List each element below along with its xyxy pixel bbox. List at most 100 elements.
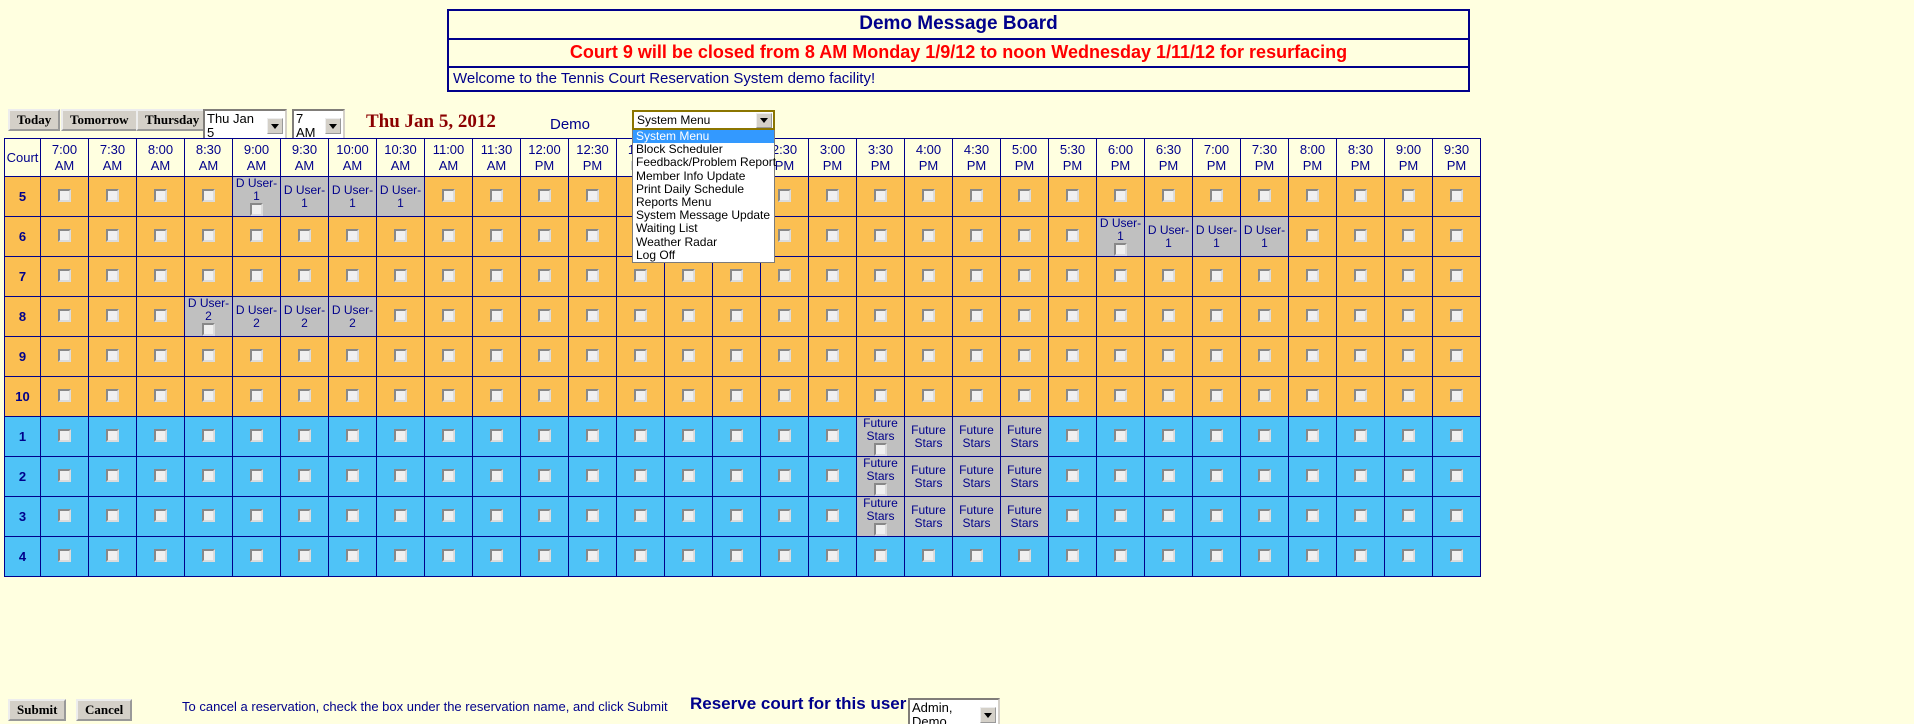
slot-checkbox[interactable] xyxy=(1066,348,1079,362)
slot-checkbox[interactable] xyxy=(1114,388,1127,402)
slot-checkbox[interactable] xyxy=(490,188,503,202)
slot-checkbox[interactable] xyxy=(1306,228,1319,242)
open-slot-cell[interactable] xyxy=(1288,536,1337,577)
open-slot-cell[interactable] xyxy=(664,376,713,417)
slot-checkbox[interactable] xyxy=(1450,308,1463,322)
slot-checkbox[interactable] xyxy=(1114,188,1127,202)
slot-checkbox[interactable] xyxy=(442,308,455,322)
open-slot-cell[interactable] xyxy=(808,496,857,537)
slot-checkbox[interactable] xyxy=(1210,548,1223,562)
open-slot-cell[interactable] xyxy=(40,296,89,337)
slot-checkbox[interactable] xyxy=(1210,428,1223,442)
slot-checkbox[interactable] xyxy=(1162,468,1175,482)
open-slot-cell[interactable] xyxy=(568,416,617,457)
slot-checkbox[interactable] xyxy=(1210,308,1223,322)
slot-checkbox[interactable] xyxy=(1162,268,1175,282)
open-slot-cell[interactable] xyxy=(1192,296,1241,337)
open-slot-cell[interactable] xyxy=(1192,256,1241,297)
open-slot-cell[interactable] xyxy=(1336,376,1385,417)
slot-checkbox[interactable] xyxy=(250,548,263,562)
slot-checkbox[interactable] xyxy=(874,188,887,202)
slot-checkbox[interactable] xyxy=(202,188,215,202)
slot-checkbox[interactable] xyxy=(586,348,599,362)
slot-checkbox[interactable] xyxy=(394,508,407,522)
open-slot-cell[interactable] xyxy=(568,376,617,417)
slot-checkbox[interactable] xyxy=(442,388,455,402)
open-slot-cell[interactable] xyxy=(568,256,617,297)
open-slot-cell[interactable] xyxy=(1336,456,1385,497)
slot-checkbox[interactable] xyxy=(1354,348,1367,362)
slot-checkbox[interactable] xyxy=(1066,268,1079,282)
slot-checkbox[interactable] xyxy=(970,348,983,362)
slot-checkbox[interactable] xyxy=(682,548,695,562)
slot-checkbox[interactable] xyxy=(538,548,551,562)
open-slot-cell[interactable] xyxy=(328,496,377,537)
reservation-cell[interactable]: Future Stars xyxy=(904,496,953,537)
open-slot-cell[interactable] xyxy=(1144,376,1193,417)
slot-checkbox[interactable] xyxy=(1066,388,1079,402)
reservation-cell[interactable]: Future Stars xyxy=(904,456,953,497)
slot-checkbox[interactable] xyxy=(778,348,791,362)
slot-checkbox[interactable] xyxy=(970,388,983,402)
slot-checkbox[interactable] xyxy=(58,228,71,242)
slot-checkbox[interactable] xyxy=(586,308,599,322)
slot-checkbox[interactable] xyxy=(634,428,647,442)
open-slot-cell[interactable] xyxy=(424,176,473,217)
slot-checkbox[interactable] xyxy=(922,268,935,282)
open-slot-cell[interactable] xyxy=(376,496,425,537)
slot-checkbox[interactable] xyxy=(1258,468,1271,482)
open-slot-cell[interactable] xyxy=(1432,296,1481,337)
slot-checkbox[interactable] xyxy=(1306,348,1319,362)
open-slot-cell[interactable] xyxy=(1336,176,1385,217)
open-slot-cell[interactable] xyxy=(280,336,329,377)
open-slot-cell[interactable] xyxy=(424,416,473,457)
open-slot-cell[interactable] xyxy=(664,296,713,337)
open-slot-cell[interactable] xyxy=(184,416,233,457)
open-slot-cell[interactable] xyxy=(88,496,137,537)
slot-checkbox[interactable] xyxy=(730,548,743,562)
open-slot-cell[interactable] xyxy=(1288,496,1337,537)
open-slot-cell[interactable] xyxy=(1432,416,1481,457)
open-slot-cell[interactable] xyxy=(952,296,1001,337)
slot-checkbox[interactable] xyxy=(826,428,839,442)
slot-checkbox[interactable] xyxy=(1162,348,1175,362)
open-slot-cell[interactable] xyxy=(904,376,953,417)
slot-checkbox[interactable] xyxy=(1306,548,1319,562)
open-slot-cell[interactable] xyxy=(88,336,137,377)
open-slot-cell[interactable] xyxy=(424,376,473,417)
open-slot-cell[interactable] xyxy=(808,256,857,297)
open-slot-cell[interactable] xyxy=(616,416,665,457)
slot-checkbox[interactable] xyxy=(106,268,119,282)
open-slot-cell[interactable] xyxy=(184,336,233,377)
open-slot-cell[interactable] xyxy=(1000,376,1049,417)
open-slot-cell[interactable] xyxy=(520,536,569,577)
cancel-reservation-checkbox[interactable] xyxy=(874,483,887,496)
slot-checkbox[interactable] xyxy=(1066,428,1079,442)
slot-checkbox[interactable] xyxy=(778,548,791,562)
open-slot-cell[interactable] xyxy=(88,536,137,577)
slot-checkbox[interactable] xyxy=(874,388,887,402)
open-slot-cell[interactable] xyxy=(904,216,953,257)
slot-checkbox[interactable] xyxy=(1258,348,1271,362)
open-slot-cell[interactable] xyxy=(280,496,329,537)
slot-checkbox[interactable] xyxy=(346,548,359,562)
slot-checkbox[interactable] xyxy=(202,348,215,362)
slot-checkbox[interactable] xyxy=(394,268,407,282)
reservation-cell[interactable]: Future Stars xyxy=(856,416,905,457)
slot-checkbox[interactable] xyxy=(58,188,71,202)
slot-checkbox[interactable] xyxy=(394,348,407,362)
open-slot-cell[interactable] xyxy=(1048,416,1097,457)
open-slot-cell[interactable] xyxy=(664,336,713,377)
slot-checkbox[interactable] xyxy=(634,348,647,362)
open-slot-cell[interactable] xyxy=(1336,336,1385,377)
slot-checkbox[interactable] xyxy=(586,468,599,482)
open-slot-cell[interactable] xyxy=(472,496,521,537)
open-slot-cell[interactable] xyxy=(1240,176,1289,217)
open-slot-cell[interactable] xyxy=(232,376,281,417)
open-slot-cell[interactable] xyxy=(376,416,425,457)
open-slot-cell[interactable] xyxy=(232,416,281,457)
slot-checkbox[interactable] xyxy=(1402,388,1415,402)
open-slot-cell[interactable] xyxy=(664,496,713,537)
slot-checkbox[interactable] xyxy=(250,468,263,482)
reservation-cell[interactable]: Future Stars xyxy=(1000,496,1049,537)
